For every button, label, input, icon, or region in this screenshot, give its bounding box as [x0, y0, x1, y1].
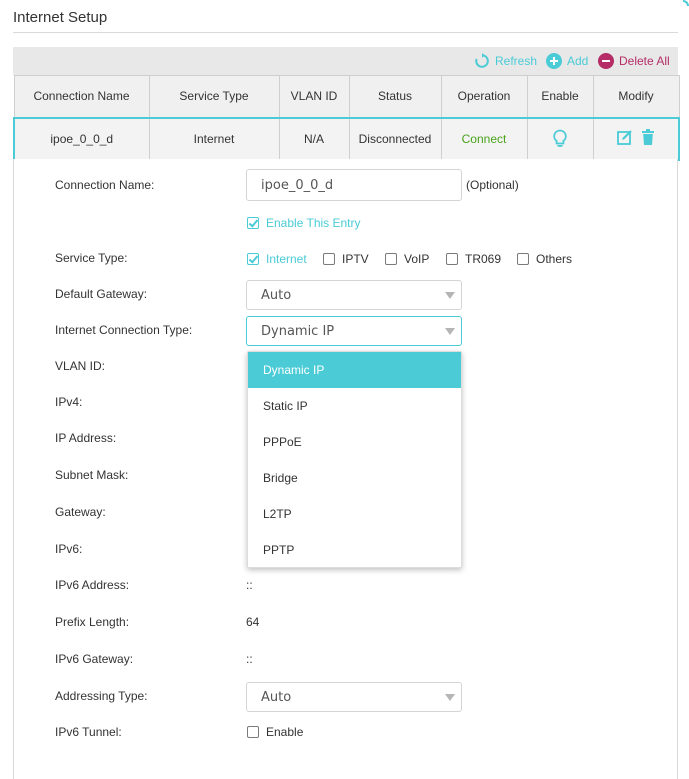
service-tr069-checkbox[interactable]: TR069 [446, 252, 501, 266]
cell-status: Disconnected [348, 116, 442, 161]
service-iptv-checkbox[interactable]: IPTV [323, 252, 369, 266]
table-toolbar: Refresh Add Delete All [13, 47, 678, 75]
dropdown-option-static-ip[interactable]: Static IP [248, 388, 461, 424]
addressing-type-value: Auto [261, 689, 292, 705]
dropdown-option-l2tp[interactable]: L2TP [248, 496, 461, 532]
cell-modify [592, 116, 680, 161]
default-gateway-label: Default Gateway: [55, 287, 148, 301]
chevron-down-icon [445, 328, 455, 335]
dropdown-option-pppoe[interactable]: PPPoE [248, 424, 461, 460]
service-option-label: VoIP [404, 252, 430, 266]
conn-type-label: Internet Connection Type: [55, 323, 193, 337]
service-option-label: IPTV [342, 252, 369, 266]
enable-entry-label: Enable This Entry [266, 216, 361, 230]
default-gateway-value: Auto [261, 287, 292, 303]
ipv6-address-label: IPv6 Address: [55, 578, 130, 592]
chevron-down-icon [445, 292, 455, 299]
enable-entry-checkbox[interactable]: Enable This Entry [247, 216, 361, 230]
corner-decoration [683, 0, 689, 6]
cell-operation: Connect [440, 116, 528, 161]
default-gateway-select[interactable]: Auto [246, 280, 462, 310]
dropdown-option-dynamic-ip[interactable]: Dynamic IP [248, 352, 461, 388]
service-type-label: Service Type: [55, 251, 128, 265]
prefix-length-label: Prefix Length: [55, 615, 130, 629]
ip-address-label: IP Address: [55, 431, 117, 445]
service-option-label: Internet [266, 252, 307, 266]
page-title: Internet Setup [13, 9, 108, 26]
addressing-type-label: Addressing Type: [55, 689, 148, 703]
cell-connection-name: ipoe_0_0_d [13, 116, 150, 161]
refresh-label: Refresh [495, 54, 538, 68]
ipv6-tunnel-option: Enable [266, 725, 304, 739]
refresh-button[interactable]: Refresh [474, 47, 537, 75]
checkbox-icon [517, 253, 529, 265]
conn-type-select[interactable]: Dynamic IP [246, 316, 462, 346]
ipv6-tunnel-checkbox[interactable]: Enable [247, 725, 303, 739]
delete-icon [598, 53, 614, 69]
prefix-length-value: 64 [246, 615, 260, 629]
checkbox-checked-icon [247, 217, 259, 229]
ipv6-gateway-label: IPv6 Gateway: [55, 652, 134, 666]
ipv6-address-value: :: [246, 578, 253, 592]
connection-name-input[interactable] [246, 169, 462, 201]
edit-icon[interactable] [616, 129, 633, 145]
checkbox-icon [446, 253, 458, 265]
chevron-down-icon [445, 694, 455, 701]
checkbox-icon [323, 253, 335, 265]
refresh-icon [475, 53, 489, 68]
trash-icon[interactable] [641, 129, 655, 145]
gateway-label: Gateway: [55, 505, 106, 519]
title-divider [13, 32, 678, 33]
optional-hint: (Optional) [466, 178, 519, 192]
subnet-mask-label: Subnet Mask: [55, 468, 129, 482]
header-enable: Enable [526, 75, 594, 118]
cell-vlan-id: N/A [278, 116, 350, 161]
conn-type-value: Dynamic IP [261, 323, 335, 339]
header-status: Status [348, 75, 442, 118]
addressing-type-select[interactable]: Auto [246, 682, 462, 712]
table-row[interactable]: ipoe_0_0_d Internet N/A Disconnected Con… [13, 116, 680, 161]
dropdown-option-pptp[interactable]: PPTP [248, 532, 461, 568]
service-voip-checkbox[interactable]: VoIP [385, 252, 429, 266]
ipv4-label: IPv4: [55, 395, 83, 409]
dropdown-option-bridge[interactable]: Bridge [248, 460, 461, 496]
lightbulb-icon[interactable] [552, 129, 568, 149]
ipv6-label: IPv6: [55, 542, 83, 556]
header-operation: Operation [440, 75, 528, 118]
vlan-id-label: VLAN ID: [55, 359, 106, 373]
header-service-type: Service Type [148, 75, 280, 118]
connections-table: Connection Name Service Type VLAN ID Sta… [13, 75, 680, 161]
connect-button[interactable]: Connect [462, 132, 507, 146]
checkbox-icon [385, 253, 397, 265]
add-button[interactable]: Add [546, 47, 588, 75]
header-modify: Modify [592, 75, 680, 118]
delete-all-label: Delete All [619, 54, 670, 68]
cell-enable [526, 116, 594, 161]
add-icon [546, 53, 562, 69]
cell-service-type: Internet [148, 116, 280, 161]
service-option-label: TR069 [465, 252, 502, 266]
checkbox-checked-icon [247, 253, 259, 265]
delete-all-button[interactable]: Delete All [598, 47, 670, 75]
service-option-label: Others [536, 252, 573, 266]
header-connection-name: Connection Name [13, 75, 150, 118]
service-internet-checkbox[interactable]: Internet [247, 252, 307, 266]
conn-type-dropdown: Dynamic IP Static IP PPPoE Bridge L2TP P… [247, 351, 462, 568]
checkbox-icon [247, 726, 259, 738]
service-others-checkbox[interactable]: Others [517, 252, 572, 266]
table-header-row: Connection Name Service Type VLAN ID Sta… [13, 75, 680, 118]
ipv6-gateway-value: :: [246, 652, 253, 666]
header-vlan-id: VLAN ID [278, 75, 350, 118]
connection-name-label: Connection Name: [55, 178, 155, 192]
ipv6-tunnel-label: IPv6 Tunnel: [55, 725, 122, 739]
add-label: Add [567, 54, 589, 68]
